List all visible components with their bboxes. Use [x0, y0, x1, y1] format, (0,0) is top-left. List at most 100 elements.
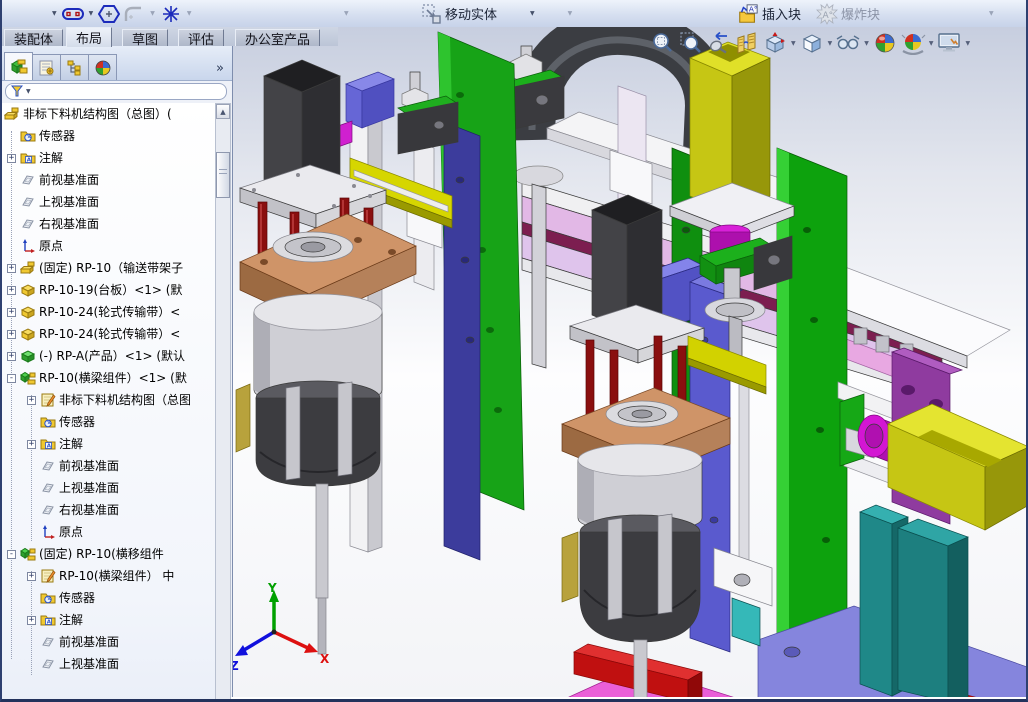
- tree-item[interactable]: 非标下料机结构图（总图）(: [2, 103, 216, 125]
- plane-icon: [40, 458, 56, 474]
- svg-text:A: A: [27, 158, 32, 164]
- notebook-icon: [40, 568, 56, 584]
- polygon-icon[interactable]: [98, 3, 120, 25]
- tree-item[interactable]: 上视基准面: [2, 477, 216, 499]
- triad-z-label: Z: [233, 659, 239, 673]
- view-orientation-icon[interactable]: [762, 30, 788, 56]
- dropdown-caret-icon: ▼: [185, 10, 194, 17]
- dropdown-caret-icon[interactable]: ▼: [828, 40, 833, 47]
- expand-icon[interactable]: +: [7, 308, 16, 317]
- tree-item[interactable]: 传感器: [2, 125, 216, 147]
- display-manager-tab[interactable]: [88, 54, 117, 80]
- part-left-blue-rail[interactable]: [444, 122, 480, 560]
- expand-icon[interactable]: +: [27, 396, 36, 405]
- tab-layout[interactable]: 布局: [66, 27, 112, 47]
- dropdown-caret-icon[interactable]: ▼: [50, 10, 59, 17]
- zoom-fit-icon[interactable]: [650, 30, 676, 56]
- tree-item[interactable]: +A注解: [2, 147, 216, 169]
- tab-evaluate[interactable]: 评估: [178, 29, 224, 46]
- apply-scene-icon[interactable]: [900, 30, 926, 56]
- tree-item[interactable]: 原点: [2, 235, 216, 257]
- expand-icon[interactable]: +: [7, 286, 16, 295]
- tree-item[interactable]: 上视基准面: [2, 653, 216, 675]
- tree-item[interactable]: 前视基准面: [2, 455, 216, 477]
- filter-caret-icon[interactable]: ▼: [26, 88, 31, 95]
- origin-icon: [20, 238, 36, 254]
- property-manager-tab[interactable]: [32, 54, 61, 80]
- tree-item[interactable]: 上视基准面: [2, 191, 216, 213]
- section-view-icon[interactable]: [734, 30, 760, 56]
- previous-view-icon[interactable]: [706, 30, 732, 56]
- feature-manager-tab[interactable]: [4, 52, 33, 80]
- edit-appearance-icon[interactable]: [872, 30, 898, 56]
- dropdown-caret-icon[interactable]: ▼: [929, 40, 934, 47]
- tree-item[interactable]: -(固定) RP-10(横移组件: [2, 543, 216, 565]
- tree-filter-bar[interactable]: ▼: [5, 83, 227, 100]
- part-yellow-horizontal-motor[interactable]: [888, 404, 1028, 530]
- svg-text:A°: A°: [749, 4, 758, 13]
- expand-icon[interactable]: +: [7, 154, 16, 163]
- tree-vertical-scrollbar[interactable]: ▲ ▼: [215, 103, 231, 702]
- tree-item[interactable]: +RP-10(横梁组件） 中: [2, 565, 216, 587]
- collapse-icon[interactable]: -: [7, 374, 16, 383]
- slot-icon[interactable]: [62, 3, 84, 25]
- tree-item[interactable]: +(固定) RP-10（输送带架子: [2, 257, 216, 279]
- tree-item[interactable]: -RP-10(横梁组件）<1> (默: [2, 367, 216, 389]
- tab-sketch[interactable]: 草图: [122, 29, 168, 46]
- hide-show-items-icon[interactable]: [835, 30, 861, 56]
- tab-office-products[interactable]: 办公室产品: [235, 29, 320, 46]
- expand-icon[interactable]: +: [27, 616, 36, 625]
- tree-item[interactable]: +A注解: [2, 433, 216, 455]
- tab-assembly[interactable]: 装配体: [4, 29, 63, 46]
- feature-tree: 非标下料机结构图（总图）(传感器+A注解前视基准面上视基准面右视基准面原点+(固…: [2, 103, 216, 702]
- configuration-manager-tab[interactable]: [60, 54, 89, 80]
- dropdown-caret-icon[interactable]: ▼: [528, 10, 537, 17]
- model-viewport[interactable]: Y X Z: [233, 27, 1028, 697]
- plane-icon: [20, 172, 36, 188]
- tree-item[interactable]: +RP-10-24(轮式传输带）<: [2, 323, 216, 345]
- expand-icon[interactable]: +: [7, 330, 16, 339]
- dropdown-caret-icon[interactable]: ▼: [966, 40, 971, 47]
- tree-item[interactable]: 传感器: [2, 587, 216, 609]
- tree-item[interactable]: 原点: [2, 521, 216, 543]
- expand-icon[interactable]: +: [7, 264, 16, 273]
- scroll-thumb[interactable]: [216, 152, 230, 198]
- tree-item[interactable]: 前视基准面: [2, 631, 216, 653]
- dropdown-caret-icon[interactable]: ▼: [864, 40, 869, 47]
- tree-item[interactable]: +(-) RP-A(产品）<1> (默认: [2, 345, 216, 367]
- sketch-pattern-icon[interactable]: [160, 3, 182, 25]
- expand-icon[interactable]: +: [7, 352, 16, 361]
- scroll-up-button[interactable]: ▲: [216, 104, 230, 119]
- tree-item[interactable]: 传感器: [2, 411, 216, 433]
- explode-block-icon: A°: [816, 3, 838, 25]
- filter-funnel-icon: [11, 82, 23, 101]
- insert-block-icon[interactable]: A°: [737, 3, 759, 25]
- tree-item[interactable]: +RP-10-19(台板）<1> (默: [2, 279, 216, 301]
- insert-block-label[interactable]: 插入块: [762, 4, 801, 23]
- tree-item[interactable]: 前视基准面: [2, 169, 216, 191]
- annotations-icon: A: [40, 436, 56, 452]
- tree-item[interactable]: +A注解: [2, 609, 216, 631]
- zoom-area-icon[interactable]: [678, 30, 704, 56]
- tree-item-label: 上视基准面: [39, 191, 99, 213]
- panel-overflow-chevron[interactable]: »: [216, 61, 224, 76]
- explode-block-label: 爆炸块: [841, 4, 880, 23]
- plane-icon: [20, 194, 36, 210]
- expand-icon[interactable]: +: [27, 440, 36, 449]
- annotations-icon: A: [40, 612, 56, 628]
- part-icon: [20, 326, 36, 342]
- dropdown-caret-icon[interactable]: ▼: [791, 40, 796, 47]
- dropdown-caret-icon[interactable]: ▼: [87, 10, 96, 17]
- collapse-icon[interactable]: -: [7, 550, 16, 559]
- expand-icon[interactable]: +: [27, 572, 36, 581]
- tree-item[interactable]: + RP-10-24(轮式传输带）<: [2, 301, 216, 323]
- display-style-icon[interactable]: [799, 30, 825, 56]
- model-canvas[interactable]: Y X Z: [233, 27, 1028, 697]
- move-entities-icon[interactable]: [420, 3, 442, 25]
- tree-item[interactable]: 右视基准面: [2, 213, 216, 235]
- move-entities-label[interactable]: 移动实体: [445, 4, 497, 23]
- tree-item[interactable]: 右视基准面: [2, 499, 216, 521]
- tree-item[interactable]: +非标下料机结构图（总图: [2, 389, 216, 411]
- view-settings-icon[interactable]: [937, 30, 963, 56]
- tree-item-label: RP-10-24(轮式传输带）<: [39, 301, 180, 323]
